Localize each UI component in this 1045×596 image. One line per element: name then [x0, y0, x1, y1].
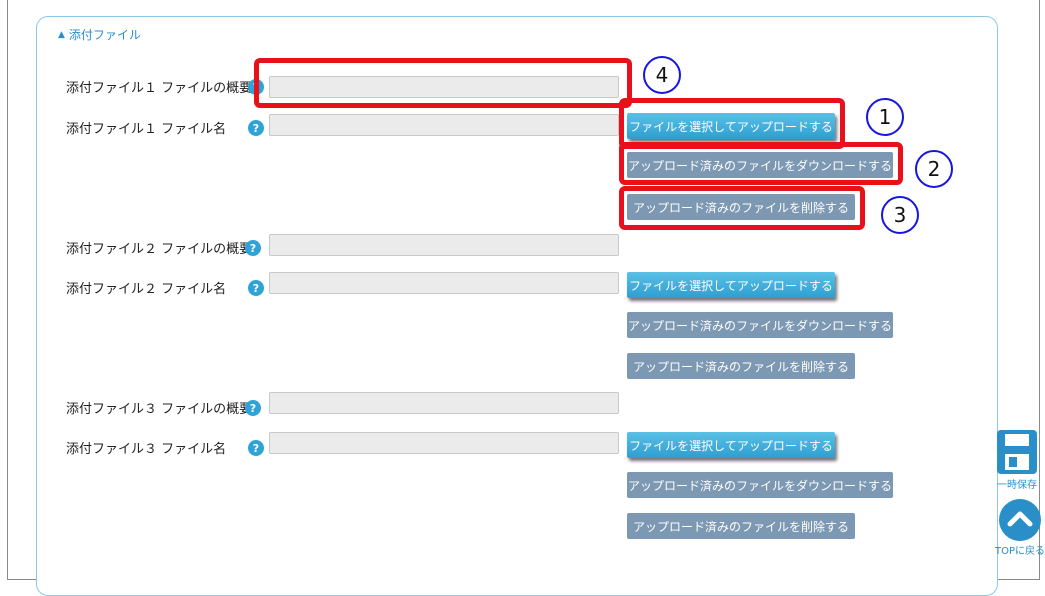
attachment-1-summary-label: 添付ファイル１ ファイルの概要 — [66, 81, 253, 96]
temporary-save-button[interactable]: 一時保存 — [995, 428, 1039, 491]
attachment-1-filename-input[interactable] — [269, 114, 619, 136]
attachment-2-summary-label: 添付ファイル２ ファイルの概要 — [66, 242, 253, 257]
attachment-1-summary-input[interactable] — [269, 76, 619, 98]
back-to-top-button[interactable]: TOPに戻る — [995, 498, 1045, 557]
attachment-3-filename-input[interactable] — [269, 432, 619, 454]
callout-number-2: 2 — [915, 150, 953, 188]
attachment-1-delete-button[interactable]: アップロード済みのファイルを削除する — [627, 194, 855, 220]
triangle-up-icon: ▲ — [58, 29, 65, 40]
callout-number-3: 3 — [881, 196, 919, 234]
attachment-2-filename-label: 添付ファイル２ ファイル名 — [66, 282, 227, 297]
attachment-2-summary-input[interactable] — [269, 234, 619, 256]
attachment-3-summary-label: 添付ファイル３ ファイルの概要 — [66, 402, 253, 417]
attachment-3-delete-button[interactable]: アップロード済みのファイルを削除する — [627, 513, 855, 539]
callout-number-1: 1 — [866, 98, 904, 136]
help-icon[interactable]: ? — [248, 120, 264, 136]
help-icon[interactable]: ? — [248, 280, 264, 296]
attachment-1-upload-button[interactable]: ファイルを選択してアップロードする — [627, 113, 835, 139]
attachment-1-filename-label: 添付ファイル１ ファイル名 — [66, 122, 227, 137]
section-header[interactable]: ▲ 添付ファイル — [58, 26, 141, 43]
attachment-3-summary-input[interactable] — [269, 392, 619, 414]
attachment-2-delete-button[interactable]: アップロード済みのファイルを削除する — [627, 353, 855, 379]
help-icon[interactable]: ? — [245, 400, 261, 416]
attachment-3-download-button[interactable]: アップロード済みのファイルをダウンロードする — [627, 472, 893, 498]
attachment-2-filename-input[interactable] — [269, 272, 619, 294]
attachment-3-filename-label: 添付ファイル３ ファイル名 — [66, 442, 227, 457]
attachment-2-upload-button[interactable]: ファイルを選択してアップロードする — [627, 272, 835, 298]
attachment-1-download-button[interactable]: アップロード済みのファイルをダウンロードする — [627, 152, 893, 178]
callout-number-4: 4 — [643, 56, 681, 94]
help-icon[interactable]: ? — [245, 240, 261, 256]
help-icon[interactable]: ? — [248, 440, 264, 456]
temporary-save-label: 一時保存 — [997, 480, 1037, 491]
attachment-3-upload-button[interactable]: ファイルを選択してアップロードする — [627, 432, 835, 458]
chevron-up-icon — [999, 499, 1041, 541]
attachment-panel — [36, 16, 998, 596]
section-title: 添付ファイル — [68, 28, 141, 42]
back-to-top-label: TOPに戻る — [995, 546, 1045, 557]
attachment-2-download-button[interactable]: アップロード済みのファイルをダウンロードする — [627, 312, 893, 338]
help-icon[interactable]: ? — [248, 79, 264, 95]
floppy-disk-icon — [997, 430, 1037, 474]
